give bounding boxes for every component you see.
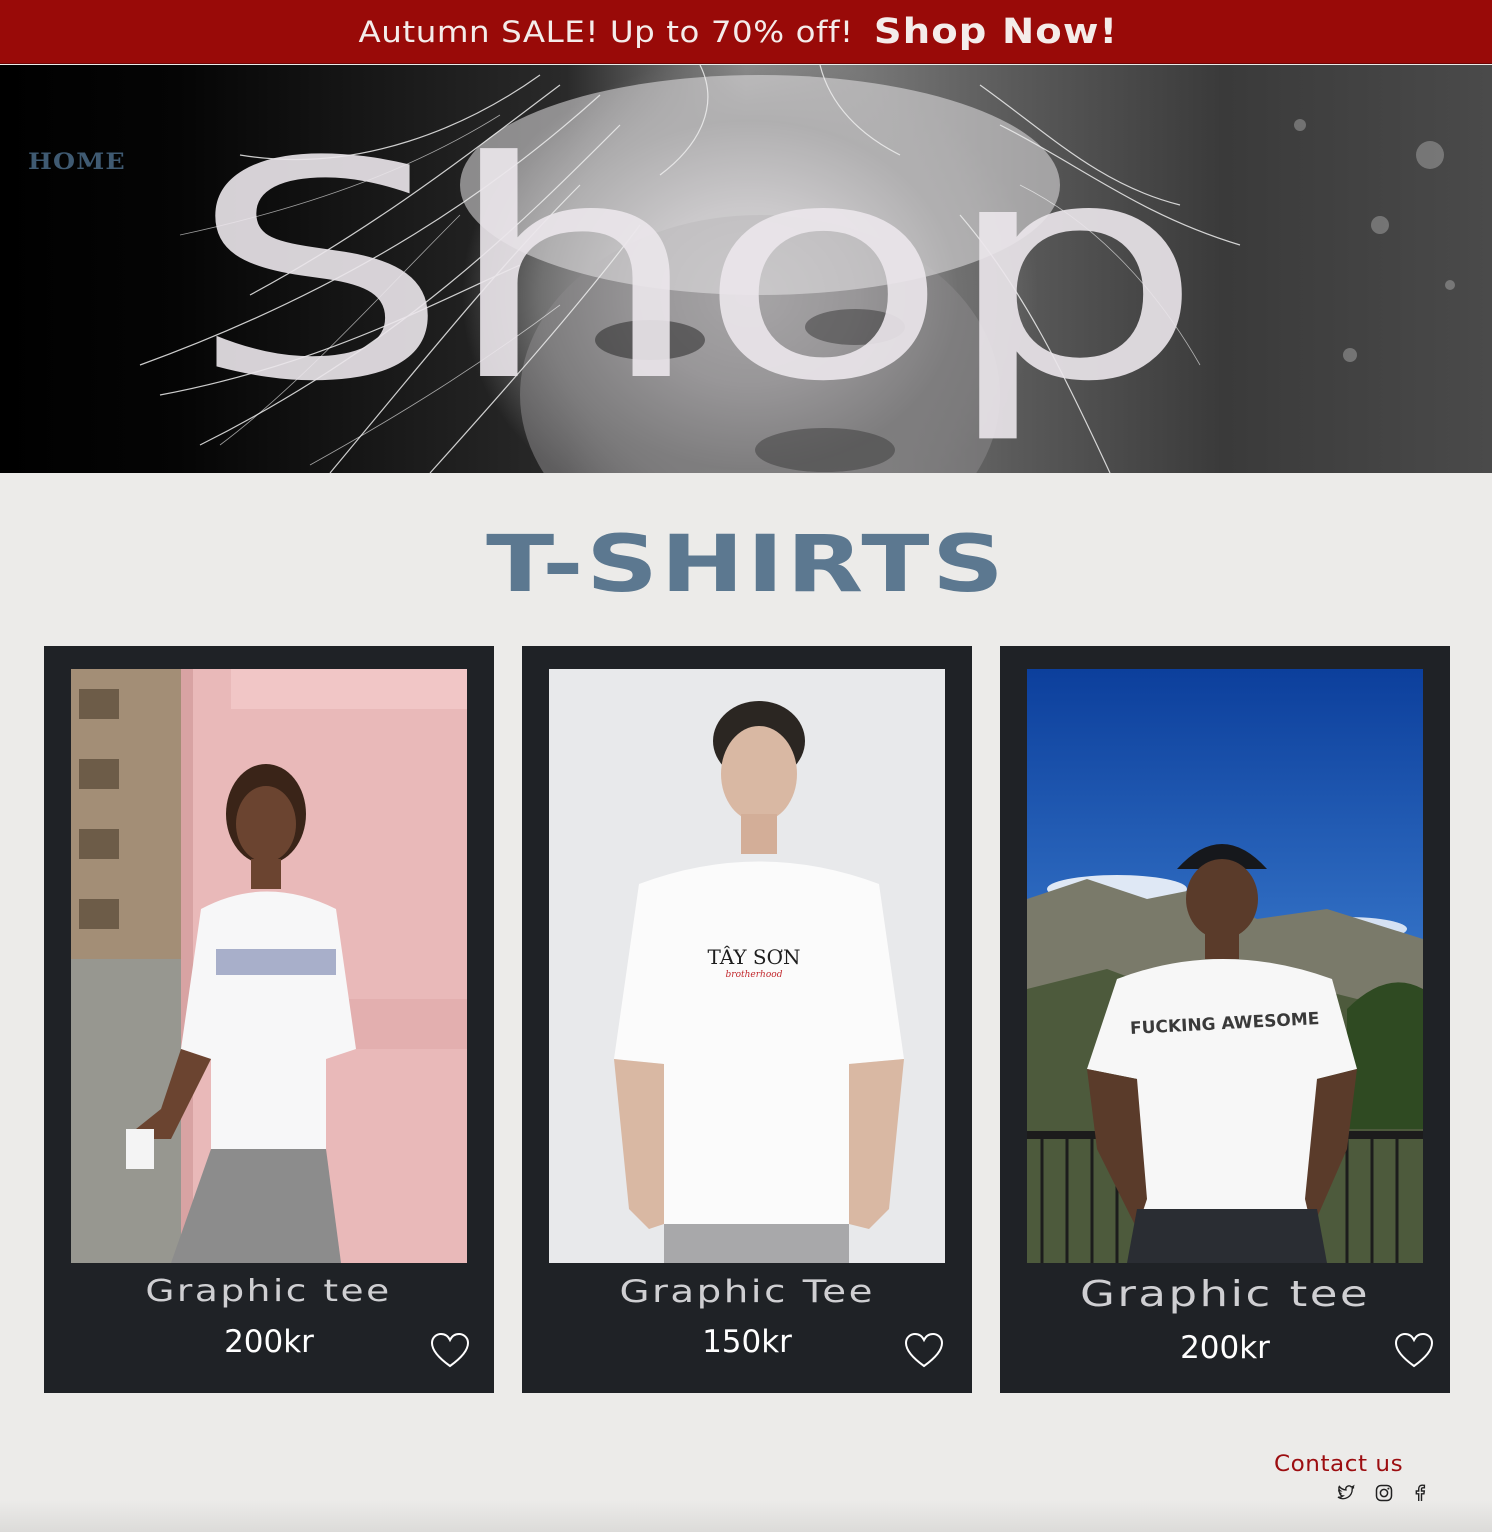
sale-banner: Autumn SALE! Up to 70% off! Shop Now! <box>0 0 1492 64</box>
heart-icon[interactable] <box>904 1332 944 1370</box>
section-title: T-SHIRTS <box>0 520 1492 610</box>
footer-shade <box>0 1500 1492 1532</box>
heart-icon[interactable] <box>1394 1332 1434 1370</box>
product-image[interactable]: FUCKING AWESOME <box>1027 669 1423 1263</box>
shop-now-link[interactable]: Shop Now! <box>874 12 1118 52</box>
sale-text: Autumn SALE! Up to 70% off! <box>358 14 854 49</box>
product-image[interactable]: TÂY SƠN brotherhood <box>549 669 945 1263</box>
product-name: Graphic tee <box>1079 1274 1371 1315</box>
product-price: 200kr <box>224 1324 314 1360</box>
svg-text:brotherhood: brotherhood <box>726 970 783 980</box>
instagram-icon[interactable] <box>1373 1482 1395 1504</box>
section-title-text: T-SHIRTS <box>485 520 1007 610</box>
facebook-icon[interactable] <box>1409 1482 1431 1504</box>
product-image[interactable] <box>71 669 467 1263</box>
product-card[interactable]: TÂY SƠN brotherhood Graphic Tee 150kr <box>522 646 972 1393</box>
twitter-icon[interactable] <box>1335 1482 1357 1504</box>
product-price: 150kr <box>702 1324 792 1360</box>
product-name: Graphic Tee <box>619 1274 875 1310</box>
product-card[interactable]: FUCKING AWESOME Graphic tee 200kr <box>1000 646 1450 1393</box>
contact-us-link[interactable]: Contact us <box>1274 1452 1403 1477</box>
product-price: 200kr <box>1180 1330 1270 1366</box>
hero-banner: Shop HOME <box>0 65 1492 473</box>
svg-text:TÂY SƠN: TÂY SƠN <box>707 945 800 969</box>
heart-icon[interactable] <box>430 1332 470 1370</box>
home-link[interactable]: HOME <box>28 149 126 175</box>
product-name: Graphic tee <box>145 1274 393 1309</box>
hero-title: Shop <box>188 98 1204 447</box>
product-card[interactable]: Graphic tee 200kr <box>44 646 494 1393</box>
